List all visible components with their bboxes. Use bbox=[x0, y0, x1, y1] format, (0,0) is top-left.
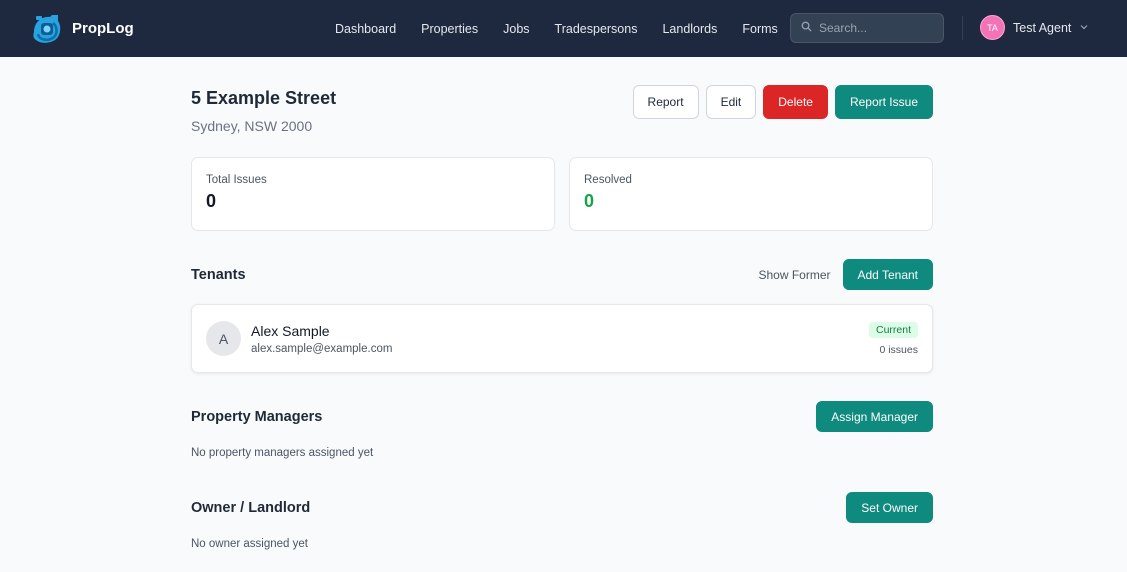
report-button[interactable]: Report bbox=[632, 85, 699, 119]
tenant-email: alex.sample@example.com bbox=[251, 342, 393, 355]
owner-empty-text: No owner assigned yet bbox=[191, 538, 308, 550]
nav-tradespersons[interactable]: Tradespersons bbox=[555, 22, 638, 36]
section-title: Tenants bbox=[191, 266, 246, 283]
avatar: A bbox=[206, 321, 241, 356]
section-title: Property Managers bbox=[191, 408, 323, 425]
brand-name: PropLog bbox=[72, 20, 134, 37]
list-item[interactable]: A Alex Sample alex.sample@example.com Cu… bbox=[191, 304, 933, 373]
delete-button[interactable]: Delete bbox=[763, 85, 828, 119]
tenants-actions: Show Former Add Tenant bbox=[758, 259, 933, 290]
set-owner-button[interactable]: Set Owner bbox=[846, 492, 933, 523]
nav-jobs[interactable]: Jobs bbox=[503, 22, 529, 36]
section-title: Owner / Landlord bbox=[191, 499, 311, 516]
managers-empty-text: No property managers assigned yet bbox=[191, 447, 374, 459]
owner-header: Owner / Landlord Set Owner bbox=[191, 492, 933, 523]
status-badge: Current bbox=[868, 321, 918, 338]
top-navigation-bar: PropLog Dashboard Properties Jobs Trades… bbox=[0, 0, 1127, 57]
tenant-issues-count: 0 issues bbox=[879, 343, 918, 356]
search-input[interactable] bbox=[819, 21, 929, 35]
property-header: 5 Example Street Sydney, NSW 2000 Report… bbox=[191, 57, 933, 157]
stat-value: 0 bbox=[206, 191, 217, 211]
proplog-logo-icon bbox=[30, 12, 64, 46]
edit-button[interactable]: Edit bbox=[705, 85, 757, 119]
stat-label: Resolved bbox=[584, 174, 632, 186]
search-box bbox=[790, 13, 944, 43]
main-nav: Dashboard Properties Jobs Tradespersons … bbox=[335, 0, 778, 57]
property-detail: 5 Example Street Sydney, NSW 2000 Report… bbox=[191, 57, 933, 550]
managers-header: Property Managers Assign Manager bbox=[191, 401, 933, 432]
nav-dashboard[interactable]: Dashboard bbox=[335, 22, 396, 36]
nav-properties[interactable]: Properties bbox=[421, 22, 478, 36]
chevron-down-icon bbox=[1079, 19, 1089, 37]
assign-manager-button[interactable]: Assign Manager bbox=[816, 401, 933, 432]
tenant-info: Alex Sample alex.sample@example.com bbox=[251, 323, 392, 355]
user-name: Test Agent bbox=[1013, 20, 1072, 35]
tenant-meta: Current 0 issues bbox=[868, 321, 918, 356]
brand-logo[interactable]: PropLog bbox=[30, 12, 134, 46]
stat-label: Total Issues bbox=[206, 174, 267, 186]
nav-divider bbox=[962, 16, 963, 40]
search-icon bbox=[801, 19, 812, 37]
report-issue-button[interactable]: Report Issue bbox=[834, 85, 933, 119]
nav-landlords[interactable]: Landlords bbox=[662, 22, 717, 36]
stats-row: Total Issues 0 Resolved 0 bbox=[191, 157, 933, 231]
tenants-header: Tenants Show Former Add Tenant bbox=[191, 259, 933, 290]
stat-card-total-issues: Total Issues 0 bbox=[191, 157, 555, 231]
stat-card-resolved: Resolved 0 bbox=[569, 157, 933, 231]
user-avatar: TA bbox=[980, 15, 1005, 40]
add-tenant-button[interactable]: Add Tenant bbox=[842, 259, 933, 290]
property-actions: Report Edit Delete Report Issue bbox=[632, 85, 933, 119]
show-former-toggle[interactable]: Show Former bbox=[758, 268, 830, 282]
nav-forms[interactable]: Forms bbox=[742, 22, 777, 36]
user-menu[interactable]: TA Test Agent bbox=[980, 15, 1089, 40]
stat-value: 0 bbox=[584, 191, 595, 211]
property-address: Sydney, NSW 2000 bbox=[191, 118, 313, 134]
tenant-name: Alex Sample bbox=[251, 322, 330, 339]
page-title: 5 Example Street bbox=[191, 88, 337, 108]
